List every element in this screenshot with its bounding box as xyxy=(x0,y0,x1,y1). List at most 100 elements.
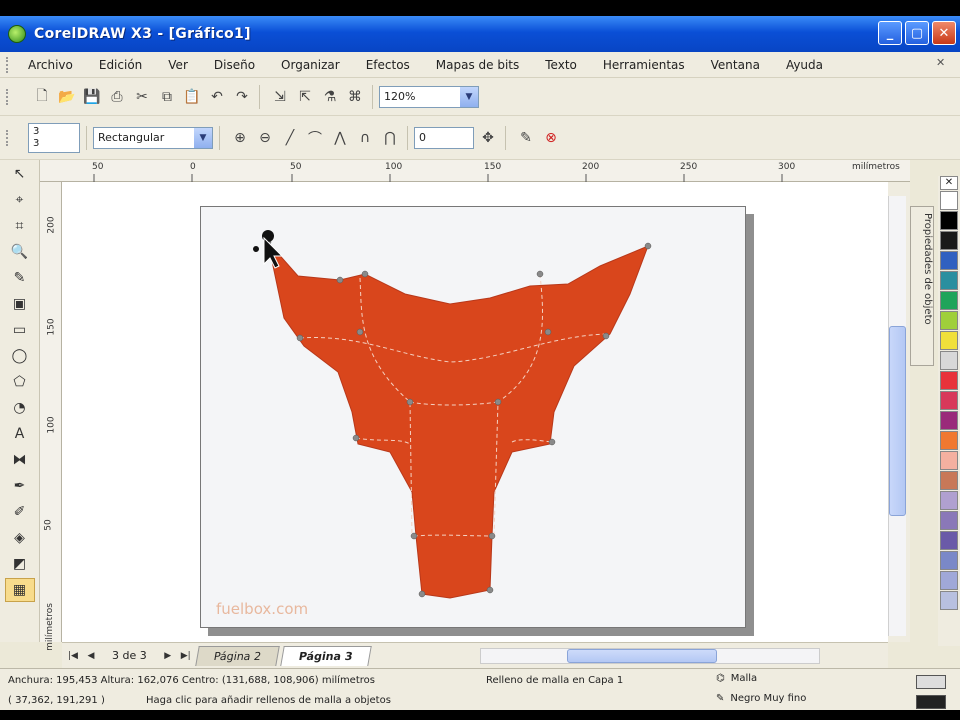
color-swatch[interactable] xyxy=(940,391,958,410)
pick-tool-icon[interactable]: ↖ xyxy=(5,162,35,186)
zoom-level-select[interactable]: 120% ▼ xyxy=(379,85,479,108)
color-swatch[interactable] xyxy=(940,291,958,310)
add-node-icon[interactable]: ⊕ xyxy=(229,127,251,149)
menu-ver[interactable]: Ver xyxy=(168,58,188,72)
no-color-swatch[interactable]: ✕ xyxy=(940,176,958,190)
chevron-down-icon[interactable]: ▼ xyxy=(460,86,478,107)
menu-ayuda[interactable]: Ayuda xyxy=(786,58,823,72)
eyedropper-tool-icon[interactable]: ✒ xyxy=(5,474,35,498)
outline-indicator[interactable]: ✎ Negro Muy fino xyxy=(716,693,806,704)
print-icon[interactable]: ⎙ xyxy=(106,86,128,108)
symmetric-node-icon[interactable]: ⋂ xyxy=(379,127,401,149)
undo-icon[interactable]: ↶ xyxy=(206,86,228,108)
copy-icon[interactable]: ⧉ xyxy=(156,86,178,108)
next-page-icon[interactable]: ▶ xyxy=(161,649,175,663)
menu-texto[interactable]: Texto xyxy=(545,58,577,72)
interactive-blend-tool-icon[interactable]: ⧓ xyxy=(5,448,35,472)
smooth-mesh-color-icon[interactable]: ✥ xyxy=(477,127,499,149)
color-swatch[interactable] xyxy=(940,571,958,590)
menu-grip-icon[interactable] xyxy=(6,56,12,73)
ellipse-tool-icon[interactable]: ◯ xyxy=(5,344,35,368)
first-page-icon[interactable]: |◀ xyxy=(66,649,80,663)
color-swatch[interactable] xyxy=(940,411,958,430)
document-close-icon[interactable]: ✕ xyxy=(936,56,950,70)
fill-color-swatch[interactable] xyxy=(916,675,946,689)
redo-icon[interactable]: ↷ xyxy=(231,86,253,108)
minimize-button[interactable]: _ xyxy=(878,21,902,45)
new-document-icon[interactable]: 🗋 xyxy=(31,86,53,108)
cut-icon[interactable]: ✂ xyxy=(131,86,153,108)
smooth-node-icon[interactable]: ∩ xyxy=(354,127,376,149)
previous-page-icon[interactable]: ◀ xyxy=(84,649,98,663)
close-button[interactable]: ✕ xyxy=(932,21,956,45)
color-swatch[interactable] xyxy=(940,271,958,290)
menu-mapas-de-bits[interactable]: Mapas de bits xyxy=(436,58,519,72)
mesh-fill-tool-icon[interactable]: ▦ xyxy=(4,578,35,602)
smart-fill-tool-icon[interactable]: ▣ xyxy=(5,292,35,316)
cusp-node-icon[interactable]: ⋀ xyxy=(329,127,351,149)
color-swatch[interactable] xyxy=(940,511,958,530)
wolf-head-fill[interactable] xyxy=(267,240,649,599)
text-tool-icon[interactable]: A xyxy=(5,422,35,446)
horizontal-scroll-thumb[interactable] xyxy=(567,649,717,663)
fill-tool-icon[interactable]: ◈ xyxy=(5,526,35,550)
shape-tool-icon[interactable]: ⌖ xyxy=(5,188,35,212)
zoom-tool-icon[interactable]: 🔍 xyxy=(5,240,35,264)
color-swatch[interactable] xyxy=(940,231,958,250)
delete-node-icon[interactable]: ⊖ xyxy=(254,127,276,149)
color-swatch[interactable] xyxy=(940,431,958,450)
outline-color-swatch[interactable] xyxy=(916,695,946,709)
import-icon[interactable]: ⇲ xyxy=(269,86,291,108)
fill-indicator[interactable]: ⌬ Malla xyxy=(716,673,757,684)
crop-tool-icon[interactable]: ⌗ xyxy=(5,214,35,238)
corel-online-icon[interactable]: ⌘ xyxy=(344,86,366,108)
last-page-icon[interactable]: ▶| xyxy=(179,649,193,663)
selection-mode-select[interactable]: Rectangular ▼ xyxy=(93,126,213,149)
to-line-icon[interactable]: ╱ xyxy=(279,127,301,149)
chevron-down-icon[interactable]: ▼ xyxy=(194,127,212,148)
curve-smoothness-input[interactable]: 0 xyxy=(414,126,474,149)
color-swatch[interactable] xyxy=(940,191,958,210)
menu-archivo[interactable]: Archivo xyxy=(28,58,73,72)
menu-edicion[interactable]: Edición xyxy=(99,58,142,72)
mesh-grid-size-input[interactable]: 3 3 xyxy=(28,122,80,153)
pick-color-icon[interactable]: ✎ xyxy=(515,127,537,149)
color-swatch[interactable] xyxy=(940,371,958,390)
color-swatch[interactable] xyxy=(940,591,958,610)
vertical-scroll-thumb[interactable] xyxy=(889,326,906,516)
basic-shapes-tool-icon[interactable]: ◔ xyxy=(5,396,35,420)
to-curve-icon[interactable]: ⌒ xyxy=(304,127,326,149)
export-icon[interactable]: ⇱ xyxy=(294,86,316,108)
coreldraw-app-icon[interactable] xyxy=(8,25,26,43)
freehand-tool-icon[interactable]: ✎ xyxy=(5,266,35,290)
color-swatch[interactable] xyxy=(940,331,958,350)
menu-diseno[interactable]: Diseño xyxy=(214,58,255,72)
open-icon[interactable]: 📂 xyxy=(56,86,78,108)
color-swatch[interactable] xyxy=(940,351,958,370)
color-swatch[interactable] xyxy=(940,551,958,570)
menu-herramientas[interactable]: Herramientas xyxy=(603,58,685,72)
color-swatch[interactable] xyxy=(940,491,958,510)
polygon-tool-icon[interactable]: ⬠ xyxy=(5,370,35,394)
interactive-fill-tool-icon[interactable]: ◩ xyxy=(5,552,35,576)
toolbar-grip-icon[interactable] xyxy=(6,88,12,105)
clear-mesh-icon[interactable]: ⊗ xyxy=(540,127,562,149)
maximize-button[interactable]: ▢ xyxy=(905,21,929,45)
page-tab-2[interactable]: Página 2 xyxy=(194,645,280,666)
horizontal-scrollbar[interactable] xyxy=(480,648,820,664)
save-icon[interactable]: 💾 xyxy=(81,86,103,108)
vertical-scrollbar[interactable] xyxy=(888,196,906,636)
color-swatch[interactable] xyxy=(940,251,958,270)
color-swatch[interactable] xyxy=(940,471,958,490)
menu-ventana[interactable]: Ventana xyxy=(711,58,760,72)
menu-efectos[interactable]: Efectos xyxy=(366,58,410,72)
menu-organizar[interactable]: Organizar xyxy=(281,58,340,72)
page-tab-3[interactable]: Página 3 xyxy=(280,645,372,666)
color-swatch[interactable] xyxy=(940,211,958,230)
paste-icon[interactable]: 📋 xyxy=(181,86,203,108)
color-swatch[interactable] xyxy=(940,451,958,470)
color-swatch[interactable] xyxy=(940,531,958,550)
object-properties-docker-tab[interactable]: Propiedades de objeto xyxy=(910,206,934,366)
color-swatch[interactable] xyxy=(940,311,958,330)
rectangle-tool-icon[interactable]: ▭ xyxy=(5,318,35,342)
